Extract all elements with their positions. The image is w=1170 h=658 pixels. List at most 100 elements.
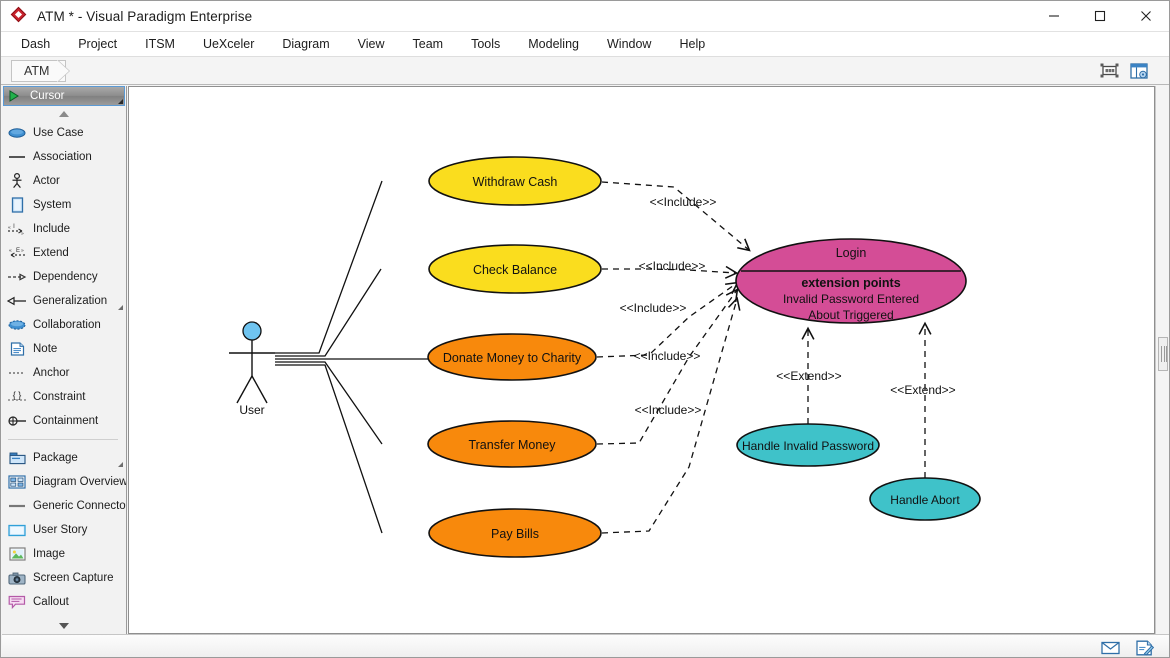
actor-user[interactable]: User (229, 322, 275, 417)
menu-tools[interactable]: Tools (459, 33, 512, 55)
minimize-button[interactable] (1031, 1, 1077, 32)
menu-uexceler[interactable]: UeXceler (191, 33, 266, 55)
palette-item-actor[interactable]: Actor (2, 169, 126, 193)
login-extension-points-header: extension points (801, 276, 900, 290)
mail-envelope-icon[interactable] (1097, 638, 1123, 657)
palette-item-containment[interactable]: Containment (2, 409, 126, 433)
menu-diagram[interactable]: Diagram (270, 33, 341, 55)
menu-modeling[interactable]: Modeling (516, 33, 591, 55)
palette-label-diagram-overview: Diagram Overview (33, 476, 127, 488)
extend-arrow-icon: E «» (7, 244, 27, 262)
camera-icon (7, 569, 27, 587)
close-button[interactable] (1123, 1, 1169, 32)
title-bar: ATM * - Visual Paradigm Enterprise (1, 1, 1169, 32)
diagram-palette: Cursor Use Case Association (2, 86, 127, 634)
use-case-donate-money-to-charity[interactable]: Donate Money to Charity (428, 334, 596, 380)
menu-project[interactable]: Project (66, 33, 129, 55)
use-case-label: Withdraw Cash (473, 175, 558, 189)
palette-item-extend[interactable]: E «» Extend (2, 241, 126, 265)
palette-label-containment: Containment (33, 415, 98, 427)
diagram-canvas[interactable]: User Withdraw Cash Check Balance (128, 86, 1155, 634)
palette-scroll-down[interactable] (2, 618, 126, 633)
palette-item-package[interactable]: Package (2, 446, 126, 470)
fit-to-window-icon[interactable] (1098, 60, 1121, 81)
use-case-handle-abort[interactable]: Handle Abort (870, 478, 980, 520)
include-label: <<Include>> (639, 259, 706, 273)
use-case-transfer-money[interactable]: Transfer Money (428, 421, 596, 467)
palette-item-callout[interactable]: Callout (2, 590, 126, 614)
breadcrumb-label: ATM (24, 64, 49, 78)
palette-item-system[interactable]: System (2, 193, 126, 217)
include-label: <<Include>> (635, 403, 702, 417)
include-labels: <<Include>> <<Include>> <<Include>> <<In… (620, 195, 717, 417)
notes-edit-icon[interactable] (1131, 638, 1157, 657)
palette-item-image[interactable]: Image (2, 542, 126, 566)
use-case-login[interactable]: Login extension points Invalid Password … (736, 239, 966, 323)
menu-window[interactable]: Window (595, 33, 663, 55)
svg-text:{ }: { } (13, 391, 22, 400)
menu-help[interactable]: Help (667, 33, 717, 55)
palette-item-association[interactable]: Association (2, 145, 126, 169)
palette-item-diagram-overview[interactable]: Diagram Overview (2, 470, 126, 494)
palette-label-anchor: Anchor (33, 367, 69, 379)
palette-corner-marker-generalization (118, 305, 123, 310)
use-case-label: Handle Abort (890, 493, 960, 507)
include-arrow-icon: I «» (7, 220, 27, 238)
palette-item-user-story[interactable]: User Story (2, 518, 126, 542)
palette-item-note[interactable]: Note (2, 337, 126, 361)
include-label: <<Include>> (620, 301, 687, 315)
include-label: <<Include>> (634, 349, 701, 363)
use-case-pay-bills[interactable]: Pay Bills (429, 509, 601, 557)
use-case-label: Transfer Money (468, 438, 556, 452)
palette-label-extend: Extend (33, 247, 69, 259)
palette-item-dependency[interactable]: Dependency (2, 265, 126, 289)
menu-bar: Dash Project ITSM UeXceler Diagram View … (1, 32, 1169, 57)
palette-label-system: System (33, 199, 71, 211)
palette-item-anchor[interactable]: Anchor (2, 361, 126, 385)
maximize-button[interactable] (1077, 1, 1123, 32)
palette-label-dependency: Dependency (33, 271, 98, 283)
login-extension-point: Invalid Password Entered (783, 292, 919, 306)
palette-item-constraint[interactable]: { } Constraint (2, 385, 126, 409)
actor-label: User (239, 403, 264, 417)
palette-item-cursor[interactable]: Cursor (3, 86, 125, 106)
menu-itsm[interactable]: ITSM (133, 33, 187, 55)
include-label: <<Include>> (650, 195, 717, 209)
palette-item-screen-capture[interactable]: Screen Capture (2, 566, 126, 590)
palette-item-generalization[interactable]: Generalization (2, 289, 126, 313)
scroll-down-arrow-icon (59, 623, 69, 629)
use-case-check-balance[interactable]: Check Balance (429, 245, 601, 293)
status-bar (2, 634, 1169, 658)
svg-text:»: » (21, 231, 24, 236)
use-case-label: Handle Invalid Password (742, 439, 874, 453)
palette-item-include[interactable]: I «» Include (2, 217, 126, 241)
palette-label-user-story: User Story (33, 524, 87, 536)
palette-label-note: Note (33, 343, 57, 355)
palette-corner-marker-package (118, 462, 123, 467)
extend-label: <<Extend>> (776, 369, 841, 383)
menu-dash[interactable]: Dash (9, 33, 62, 55)
generalization-arrow-icon (7, 292, 27, 310)
use-case-withdraw-cash[interactable]: Withdraw Cash (429, 157, 601, 205)
palette-divider (8, 439, 118, 440)
scrollbar-thumb[interactable] (1158, 337, 1168, 371)
actor-stickman-icon (7, 172, 27, 190)
generic-connector-line-icon (7, 497, 27, 515)
canvas-vertical-scrollbar[interactable] (1155, 86, 1169, 634)
palette-scroll-up[interactable] (2, 106, 126, 121)
svg-text:»: » (21, 248, 24, 254)
breadcrumb-chevron-icon (57, 60, 69, 82)
palette-item-use-case[interactable]: Use Case (2, 121, 126, 145)
diagram-properties-icon[interactable] (1128, 60, 1151, 81)
use-case-label: Check Balance (473, 263, 557, 277)
menu-team[interactable]: Team (401, 33, 456, 55)
palette-label-package: Package (33, 452, 78, 464)
use-case-handle-invalid-password[interactable]: Handle Invalid Password (737, 424, 879, 466)
palette-item-generic-connector[interactable]: Generic Connector (2, 494, 126, 518)
use-case-label: Donate Money to Charity (443, 351, 582, 365)
palette-item-collaboration[interactable]: Collaboration (2, 313, 126, 337)
extend-labels: <<Extend>> <<Extend>> (776, 369, 955, 397)
anchor-dotted-line-icon (7, 364, 27, 382)
menu-view[interactable]: View (346, 33, 397, 55)
svg-text:E: E (16, 248, 20, 254)
